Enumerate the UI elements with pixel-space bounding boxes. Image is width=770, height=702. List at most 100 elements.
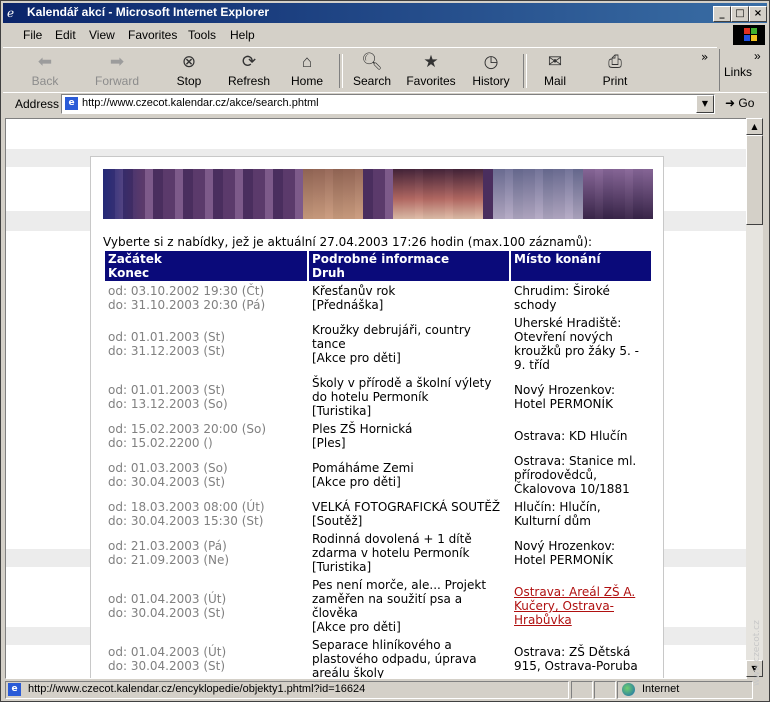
- table-row: od: 01.04.2003 (Út) do: 30.04.2003 (St) S…: [105, 637, 651, 678]
- page-icon: e: [65, 97, 78, 110]
- windows-logo-icon: [733, 25, 765, 45]
- status-text: http://www.czecot.kalendar.cz/encykloped…: [28, 683, 366, 695]
- event-info: Pomáháme Zemi [Akce pro děti]: [312, 461, 414, 489]
- event-place: Nový Hrozenkov: Hotel PERMONÍK: [514, 539, 616, 567]
- status-cell: [571, 681, 593, 699]
- minimize-button[interactable]: _: [713, 6, 731, 22]
- table-row: od: 01.01.2003 (St) do: 13.12.2003 (So) Š…: [105, 375, 651, 419]
- address-url[interactable]: http://www.czecot.kalendar.cz/akce/searc…: [82, 97, 319, 109]
- stop-button[interactable]: ⊗ Stop: [161, 52, 217, 88]
- event-dates: od: 15.02.2003 20:00 (So) do: 15.02.2200 …: [108, 422, 267, 450]
- event-info: Ples ZŠ Hornická [Ples]: [312, 422, 413, 450]
- table-row: od: 01.01.2003 (St) do: 31.12.2003 (St) K…: [105, 315, 651, 373]
- table-row: od: 03.10.2002 19:30 (Čt) do: 31.10.2003 …: [105, 283, 651, 313]
- links-chevron[interactable]: »: [754, 49, 761, 63]
- event-panel: Vyberte si z nabídky, jež je aktuální 27…: [90, 156, 664, 678]
- title-bar: ℯ Kalendář akcí - Microsoft Internet Exp…: [3, 3, 767, 23]
- event-dates: od: 21.03.2003 (Pá) do: 21.09.2003 (Ne): [108, 539, 230, 567]
- maximize-button[interactable]: □: [731, 6, 749, 22]
- menu-help[interactable]: Help: [230, 28, 255, 42]
- event-place: Ostrava: Areál ZŠ A. Kučery, Ostrava-Hra…: [511, 577, 651, 635]
- menu-tools[interactable]: Tools: [188, 28, 216, 42]
- table-row: od: 01.03.2003 (So) do: 30.04.2003 (St) P…: [105, 453, 651, 497]
- event-name-link[interactable]: Pomáháme Zemi: [312, 461, 414, 475]
- status-bar: e http://www.czecot.kalendar.cz/encyklop…: [3, 680, 767, 699]
- close-button[interactable]: ×: [749, 6, 767, 22]
- header-location: Místo konání: [511, 251, 651, 281]
- event-name-link[interactable]: Separace hliníkového a plastového odpadu…: [312, 638, 477, 678]
- event-place: Nový Hrozenkov: Hotel PERMONÍK: [514, 383, 616, 411]
- menu-favorites[interactable]: Favorites: [128, 28, 177, 42]
- history-button[interactable]: ◷ History: [463, 52, 519, 88]
- table-row: od: 18.03.2003 08:00 (Út) do: 30.04.2003 …: [105, 499, 651, 529]
- address-bar: Address e http://www.czecot.kalendar.cz/…: [3, 92, 767, 115]
- forward-arrow-icon: ➡: [109, 52, 125, 71]
- address-label: Address: [15, 97, 60, 111]
- intro-text: Vyberte si z nabídky, jež je aktuální 27…: [103, 235, 593, 249]
- watermark-text: www.czecot.cz: [752, 620, 762, 686]
- menu-bar: File Edit View Favorites Tools Help: [3, 25, 767, 45]
- events-table: Začátek Konec Podrobné informace Druh Míst…: [103, 249, 653, 678]
- refresh-button[interactable]: ⟳ Refresh: [221, 52, 277, 88]
- toolbar: ⬅ Back ➡ Forward ⊗ Stop ⟳ Refresh ⌂ Home…: [3, 47, 717, 92]
- event-dates: od: 03.10.2002 19:30 (Čt) do: 31.10.2003 …: [108, 284, 266, 312]
- zone-label: Internet: [642, 683, 680, 695]
- back-arrow-icon: ⬅: [37, 52, 53, 71]
- event-info: VELKÁ FOTOGRAFICKÁ SOUTĚŽ [Soutěž]: [312, 500, 501, 528]
- scroll-thumb[interactable]: [746, 135, 763, 225]
- security-zone: Internet: [617, 681, 753, 699]
- table-row: od: 15.02.2003 20:00 (So) do: 15.02.2200 …: [105, 421, 651, 451]
- links-bar[interactable]: Links »: [719, 49, 764, 91]
- event-place: Ostrava: ZŠ Dětská 915, Ostrava-Poruba: [514, 645, 638, 673]
- address-input[interactable]: e http://www.czecot.kalendar.cz/akce/sea…: [61, 94, 715, 114]
- home-button[interactable]: ⌂ Home: [279, 52, 335, 88]
- browser-window: ℯ Kalendář akcí - Microsoft Internet Exp…: [0, 0, 770, 702]
- page-icon: e: [8, 683, 21, 696]
- favorites-icon: ★: [423, 52, 439, 71]
- event-place: Ostrava: KD Hlučín: [514, 429, 628, 443]
- event-info: Kroužky debrujáři, country tance [Akce pr…: [312, 323, 471, 365]
- window-title: Kalendář akcí - Microsoft Internet Explo…: [27, 5, 270, 19]
- menu-view[interactable]: View: [89, 28, 115, 42]
- scroll-up-button[interactable]: ▲: [746, 118, 763, 135]
- event-dates: od: 18.03.2003 08:00 (Út) do: 30.04.2003 …: [108, 500, 265, 528]
- event-info: Křesťanův rok [Přednáška]: [312, 284, 396, 312]
- mail-button[interactable]: ✉ Mail: [527, 52, 583, 88]
- search-button[interactable]: 🔍︎ Search: [344, 52, 400, 88]
- print-button[interactable]: ⎙ Print: [587, 52, 643, 88]
- event-name-link[interactable]: Školy v přírodě a školní výlety do hotel…: [312, 376, 491, 404]
- event-name-link[interactable]: Křesťanův rok: [312, 284, 395, 298]
- refresh-icon: ⟳: [241, 52, 257, 71]
- menu-edit[interactable]: Edit: [55, 28, 76, 42]
- ie-logo-icon: ℯ: [7, 6, 15, 20]
- event-info: Pes není morče, ale... Projekt zaměřen n…: [312, 578, 487, 634]
- event-name-link[interactable]: Ples ZŠ Hornická: [312, 422, 412, 436]
- menu-file[interactable]: File: [23, 28, 42, 42]
- history-icon: ◷: [483, 52, 499, 71]
- event-info: Separace hliníkového a plastového odpadu…: [309, 637, 509, 678]
- table-row: od: 01.04.2003 (Út) do: 30.04.2003 (St) P…: [105, 577, 651, 635]
- event-name-link[interactable]: Kroužky debrujáři, country tance: [312, 323, 471, 351]
- content-viewport: Vyberte si z nabídky, jež je aktuální 27…: [5, 118, 747, 679]
- toolbar-chevron[interactable]: »: [701, 50, 708, 64]
- event-name-link[interactable]: Rodinná dovolená + 1 dítě zdarma v hotel…: [312, 532, 472, 560]
- print-icon: ⎙: [608, 52, 622, 71]
- header-start-end: Začátek Konec: [105, 251, 307, 281]
- event-dates: od: 01.01.2003 (St) do: 13.12.2003 (So): [108, 383, 228, 411]
- status-text-panel: e http://www.czecot.kalendar.cz/encyklop…: [5, 681, 569, 699]
- favorites-button[interactable]: ★ Favorites: [403, 52, 459, 88]
- table-row: od: 21.03.2003 (Pá) do: 21.09.2003 (Ne) R…: [105, 531, 651, 575]
- mail-icon: ✉: [547, 52, 563, 71]
- back-button[interactable]: ⬅ Back: [17, 52, 73, 88]
- event-name-link[interactable]: Pes není morče, ale... Projekt zaměřen n…: [312, 578, 486, 620]
- banner-image: [103, 169, 653, 219]
- stop-icon: ⊗: [181, 52, 197, 71]
- event-place-link[interactable]: Ostrava: Areál ZŠ A. Kučery, Ostrava-Hra…: [514, 585, 635, 627]
- chevron-down-icon[interactable]: ▼: [696, 95, 714, 113]
- header-details-type: Podrobné informace Druh: [309, 251, 509, 281]
- home-icon: ⌂: [301, 52, 313, 71]
- event-name-link[interactable]: VELKÁ FOTOGRAFICKÁ SOUTĚŽ: [312, 500, 500, 514]
- go-button[interactable]: ➜ Go: [725, 96, 754, 110]
- event-dates: od: 01.03.2003 (So) do: 30.04.2003 (St): [108, 461, 228, 489]
- forward-button[interactable]: ➡ Forward: [89, 52, 145, 88]
